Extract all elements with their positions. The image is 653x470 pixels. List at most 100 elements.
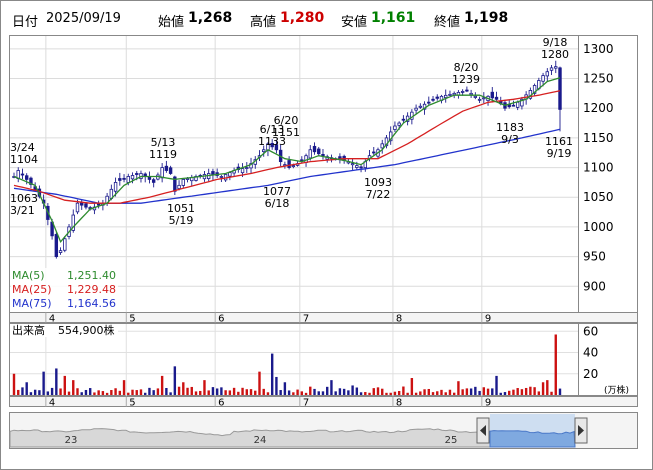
candle-body [397,122,401,126]
volume-bar [215,388,219,395]
volume-bar [59,388,62,395]
volume-bar [177,386,181,395]
candle-body [380,143,384,149]
candle-body [490,91,494,99]
volume-bar [12,373,16,395]
month-label-4: 4 [49,398,55,409]
volume-bar [122,380,126,395]
volume-bar [203,380,206,395]
candle-body [312,145,317,153]
candle-body [482,97,486,100]
volume-bar [50,387,54,395]
month-label-5: 5 [129,398,135,409]
volume-bar [254,390,257,395]
annotation-9/19-line: 9/19 [547,147,572,160]
volume-bar [211,387,215,395]
candle-body [393,125,397,130]
navigator-right-handle[interactable] [574,417,588,444]
volume-bar [118,390,122,395]
volume-bar [381,388,384,395]
volume-bar [304,392,308,395]
candle-body [211,171,215,175]
candle-body [549,67,554,71]
price-y-tick-1250: 1250 [583,72,614,86]
candle-body [477,98,482,101]
volume-bar [262,388,265,395]
volume-bar [546,380,549,395]
volume-bar [144,392,147,395]
volume-bar [499,392,502,395]
candle-body [177,184,181,189]
volume-bar [186,387,189,395]
volume-bar [317,391,320,395]
volume-bar [389,392,392,395]
candle-body [113,182,118,192]
price-y-tick-950: 950 [583,250,606,264]
month-label-9: 9 [485,314,491,325]
volume-bar [292,392,295,395]
volume-bar [414,392,418,395]
candle-body [435,96,439,99]
candle-body [355,165,359,168]
volume-bar [309,386,312,395]
volume-bar [67,391,71,395]
volume-bar [410,378,414,395]
price-y-tick-900: 900 [583,279,606,293]
volume-bar [469,388,473,395]
volume-bar [101,391,105,395]
volume-bar [220,387,223,395]
candle-body [54,233,59,257]
price-y-tick-1000: 1000 [583,220,614,234]
volume-bar [406,392,409,395]
volume-bar [524,387,528,395]
candle-body [122,177,126,180]
volume-bar [330,380,333,395]
navigator-left-handle[interactable] [476,417,490,444]
volume-bar [25,382,28,395]
ma-legend: MA(5) 1,251.40 MA(25) 1,229.48 MA(75) 1,… [11,268,118,312]
volume-bar [232,387,236,395]
volume-bar [194,391,198,395]
candle-body [541,75,545,82]
volume-bar [342,388,346,395]
month-strip [9,312,638,323]
volume-bar [533,387,536,395]
volume-bar [72,380,75,395]
volume-bar [207,390,210,395]
volume-bar [241,387,244,395]
candle [54,231,59,259]
legend-ma25-label: MA(25) [12,283,52,296]
month-label-4: 4 [49,314,55,325]
volume-bar [156,388,160,395]
volume-bar [21,387,24,395]
volume-bar [33,389,37,395]
volume-bar [287,390,291,395]
navigator-year-23: 23 [65,435,78,446]
volume-bar [279,390,282,395]
volume-bar [313,388,316,395]
volume-bar [436,391,439,395]
month-label-8: 8 [396,398,402,409]
volume-bar [355,387,359,395]
volume-bar [283,382,287,395]
candle-body [151,179,156,183]
volume-bar [482,387,486,395]
candle-body [359,166,363,169]
candle-body [427,101,431,104]
volume-bar [105,392,109,395]
candle-body [160,167,164,179]
candle-body [473,95,478,98]
volume-bar [486,388,490,395]
volume-bar [326,386,329,395]
volume-bar [359,392,363,395]
volume-x-axis: 4 5 6 7 8 9 [9,396,638,409]
volume-bar [148,387,151,395]
volume-bar [529,386,532,395]
price-y-tick-1150: 1150 [583,131,614,145]
month-strip [9,396,638,407]
candle-body [219,176,224,178]
volume-bar [190,386,193,395]
candle-body [494,96,499,100]
candle-body [291,165,296,167]
month-label-6: 6 [218,398,224,409]
